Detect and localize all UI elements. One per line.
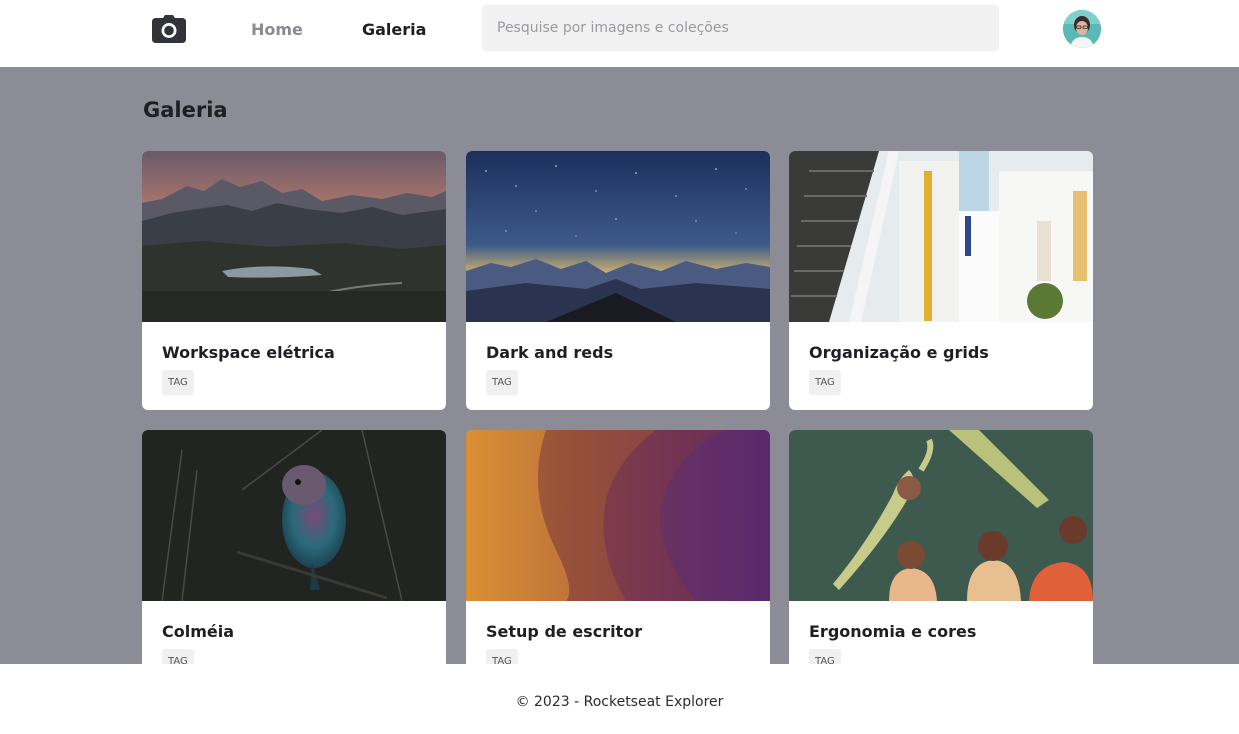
app-header: Home Galeria [0,0,1239,67]
gallery-card-5[interactable]: Setup de escritor TAG [466,430,770,664]
card-tag[interactable]: TAG [809,370,841,395]
gallery-main: Galeria Workspace elétrica TAG Dark and … [0,67,1239,664]
card-title: Workspace elétrica [162,343,335,362]
camera-icon[interactable] [152,15,186,43]
app-footer: © 2023 - Rocketseat Explorer [0,664,1239,734]
gallery-card-4[interactable]: Colméia TAG [142,430,446,664]
card-title: Organização e grids [809,343,989,362]
nav-home-link[interactable]: Home [251,20,303,40]
card-tag[interactable]: TAG [809,649,841,664]
gallery-card-2[interactable]: Dark and reds TAG [466,151,770,410]
page-title: Galeria [143,98,228,122]
gallery-card-6[interactable]: Ergonomia e cores TAG [789,430,1093,664]
white-stairs-image [789,151,1093,322]
card-tag[interactable]: TAG [162,370,194,395]
swimmers-illustration-image [789,430,1093,601]
starry-night-image [466,151,770,322]
user-avatar[interactable] [1063,10,1101,48]
card-title: Colméia [162,622,235,641]
gallery-card-3[interactable]: Organização e grids TAG [789,151,1093,410]
card-tag[interactable]: TAG [162,649,194,664]
search-input[interactable] [482,5,987,51]
search-bar [482,5,999,51]
gallery-card-1[interactable]: Workspace elétrica TAG [142,151,446,410]
nav-galeria-link[interactable]: Galeria [362,20,426,40]
footer-copyright: © 2023 - Rocketseat Explorer [515,694,724,710]
card-tag[interactable]: TAG [486,649,518,664]
mountain-sunset-image [142,151,446,322]
abstract-waves-image [466,430,770,601]
card-title: Ergonomia e cores [809,622,977,641]
bird-image [142,430,446,601]
card-tag[interactable]: TAG [486,370,518,395]
card-title: Dark and reds [486,343,614,362]
card-title: Setup de escritor [486,622,643,641]
